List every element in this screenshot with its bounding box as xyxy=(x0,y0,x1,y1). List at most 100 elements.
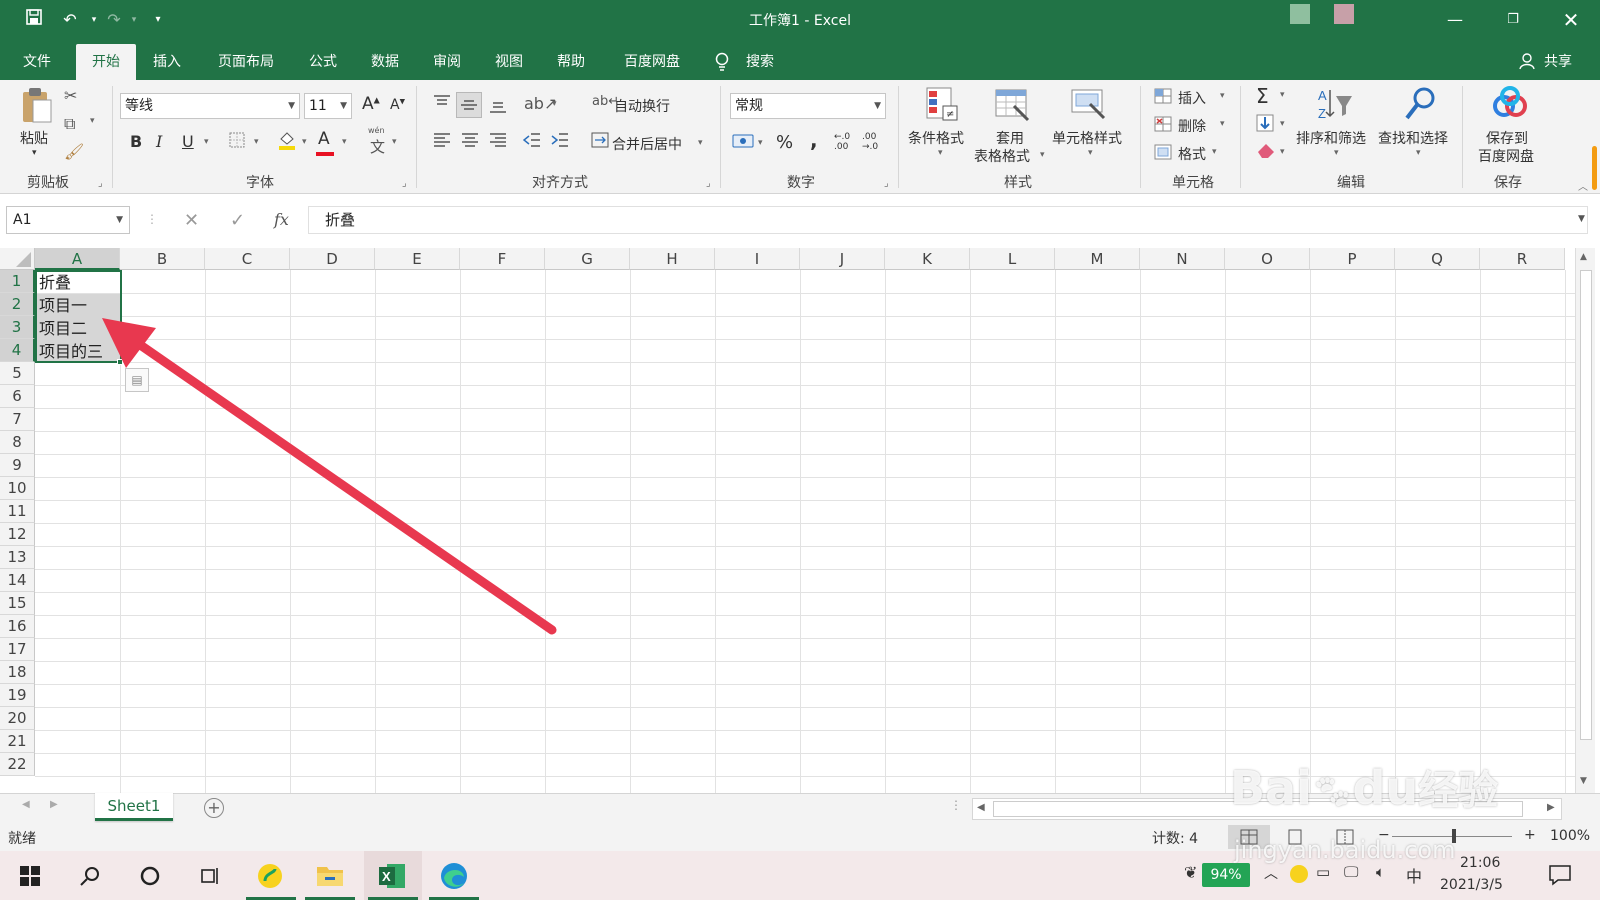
align-middle-icon[interactable] xyxy=(456,92,482,118)
cortana-icon[interactable] xyxy=(132,859,168,893)
clock-date[interactable]: 2021/3/5 xyxy=(1440,877,1503,893)
cancel-icon[interactable]: ✕ xyxy=(184,210,199,231)
orientation-dropdown-icon[interactable]: ▾ xyxy=(552,99,557,109)
align-left-icon[interactable] xyxy=(432,132,452,152)
accounting-format-icon[interactable] xyxy=(732,132,754,154)
copy-dropdown-icon[interactable]: ▾ xyxy=(90,116,95,126)
delete-dropdown-icon[interactable]: ▾ xyxy=(1220,119,1225,129)
format-cells-button[interactable]: 格式 xyxy=(1178,144,1206,164)
insert-cells-button[interactable]: 插入 xyxy=(1178,88,1206,108)
cell-styles-button[interactable]: 单元格样式 xyxy=(1052,128,1122,148)
borders-dropdown-icon[interactable]: ▾ xyxy=(254,137,259,147)
increase-indent-icon[interactable] xyxy=(550,132,570,152)
zoom-level[interactable]: 100% xyxy=(1550,828,1590,844)
next-sheet-icon[interactable]: ▶ xyxy=(50,799,58,810)
scroll-thumb[interactable] xyxy=(1580,270,1592,740)
decrease-indent-icon[interactable] xyxy=(522,132,542,152)
font-size-select[interactable]: 11 ▼ xyxy=(304,93,352,119)
cut-icon[interactable]: ✂ xyxy=(64,86,77,105)
align-center-icon[interactable] xyxy=(460,132,480,152)
find-select-icon[interactable] xyxy=(1400,86,1440,126)
merge-center-icon[interactable] xyxy=(590,132,610,152)
align-bottom-icon[interactable] xyxy=(488,98,508,118)
add-sheet-button[interactable]: + xyxy=(204,798,224,818)
delete-cells-icon[interactable] xyxy=(1154,116,1172,136)
underline-dropdown-icon[interactable]: ▾ xyxy=(204,137,209,147)
table-format-dropdown-icon[interactable]: ▾ xyxy=(1040,150,1045,160)
format-as-table-icon[interactable] xyxy=(994,86,1030,126)
conditional-formatting-icon[interactable]: ≠ xyxy=(924,86,960,126)
tab-baidu-netdisk[interactable]: 百度网盘 xyxy=(614,44,690,80)
tab-view[interactable]: 视图 xyxy=(486,44,532,80)
scroll-right-icon[interactable]: ▶ xyxy=(1547,802,1555,813)
align-right-icon[interactable] xyxy=(488,132,508,152)
tab-formulas[interactable]: 公式 xyxy=(300,44,346,80)
worksheet-grid[interactable]: ABCDEFGHIJKLMNOPQR 1 2 3 4 5 6 7 8 9 10 11 12 13 14 15… xyxy=(0,248,1600,793)
increase-decimal-button[interactable]: ←.0 .00 xyxy=(834,132,858,152)
format-as-table-line1[interactable]: 套用 xyxy=(996,128,1024,148)
power-icon[interactable]: ❦ xyxy=(1184,863,1197,882)
close-icon[interactable]: ✕ xyxy=(1556,6,1586,34)
clear-eraser-icon[interactable] xyxy=(1256,142,1276,162)
expand-formula-bar-icon[interactable]: ▼ xyxy=(1578,214,1585,224)
phonetic-button[interactable]: 文 xyxy=(370,136,385,157)
merge-center-button[interactable]: 合并后居中 xyxy=(612,134,682,154)
tab-page-layout[interactable]: 页面布局 xyxy=(210,44,282,80)
font-color-dropdown-icon[interactable]: ▾ xyxy=(342,137,347,147)
battery-icon[interactable]: ▭ xyxy=(1316,863,1330,881)
wrap-text-button[interactable]: 自动换行 xyxy=(614,96,670,116)
paste-icon[interactable] xyxy=(20,86,54,128)
insert-function-button[interactable]: fx xyxy=(274,210,289,229)
lightbulb-icon[interactable] xyxy=(712,44,732,80)
fill-dropdown-icon[interactable]: ▾ xyxy=(1280,119,1285,129)
save-to-netdisk-line2[interactable]: 百度网盘 xyxy=(1478,146,1534,166)
percent-button[interactable]: % xyxy=(776,132,793,153)
tab-insert[interactable]: 插入 xyxy=(144,44,190,80)
font-launcher-icon[interactable]: ⌟ xyxy=(402,178,407,189)
paste-dropdown-icon[interactable]: ▾ xyxy=(32,148,37,158)
comma-button[interactable]: , xyxy=(810,128,818,152)
font-name-select[interactable]: 等线 ▼ xyxy=(120,93,300,119)
scroll-left-icon[interactable]: ◀ xyxy=(977,802,985,813)
tab-help[interactable]: 帮助 xyxy=(548,44,594,80)
italic-button[interactable]: I xyxy=(156,132,162,151)
alignment-launcher-icon[interactable]: ⌟ xyxy=(706,178,711,189)
save-to-netdisk-line1[interactable]: 保存到 xyxy=(1486,128,1528,148)
find-dropdown-icon[interactable]: ▾ xyxy=(1416,148,1421,158)
conditional-formatting-button[interactable]: 条件格式 xyxy=(908,128,964,148)
zoom-in-button[interactable]: + xyxy=(1524,827,1536,843)
network-icon[interactable]: 🖵 xyxy=(1344,863,1358,881)
formula-input[interactable]: 折叠 xyxy=(308,206,1588,234)
clock-time[interactable]: 21:06 xyxy=(1460,855,1500,871)
tab-split-handle[interactable]: ⋮ xyxy=(950,798,962,812)
task-view-icon[interactable] xyxy=(192,859,228,893)
autosum-dropdown-icon[interactable]: ▾ xyxy=(1280,90,1285,100)
decrease-decimal-button[interactable]: .00 →.0 xyxy=(862,132,886,152)
align-top-icon[interactable] xyxy=(432,94,452,114)
sort-filter-icon[interactable]: AZ xyxy=(1316,86,1356,126)
search-icon[interactable] xyxy=(72,859,108,893)
search-box[interactable]: 搜索 xyxy=(740,44,780,80)
collapse-ribbon-icon[interactable]: ︿ xyxy=(1578,178,1588,193)
shrink-font-button[interactable]: A▼ xyxy=(390,97,405,113)
name-box[interactable]: A1 ▼ xyxy=(6,206,130,234)
format-painter-icon[interactable]: 🖌 xyxy=(64,142,84,161)
battery-level[interactable]: 94% xyxy=(1202,863,1250,887)
cell-styles-icon[interactable] xyxy=(1070,86,1106,126)
user-icon[interactable] xyxy=(1516,44,1538,80)
sort-dropdown-icon[interactable]: ▾ xyxy=(1334,148,1339,158)
fill-color-dropdown-icon[interactable]: ▾ xyxy=(302,137,307,147)
excel-app-icon[interactable]: X xyxy=(374,859,410,893)
merge-dropdown-icon[interactable]: ▾ xyxy=(698,138,703,148)
fill-color-icon[interactable] xyxy=(276,130,298,152)
scroll-up-icon[interactable]: ▲ xyxy=(1580,252,1587,262)
sheet-tab-sheet1[interactable]: Sheet1 xyxy=(95,793,173,821)
format-dropdown-icon[interactable]: ▾ xyxy=(1212,147,1217,157)
music-tray-icon[interactable] xyxy=(1290,865,1308,883)
accounting-dropdown-icon[interactable]: ▾ xyxy=(758,138,763,148)
windows-start-icon[interactable] xyxy=(12,859,48,893)
fill-down-icon[interactable] xyxy=(1256,114,1274,136)
clear-dropdown-icon[interactable]: ▾ xyxy=(1280,147,1285,157)
file-explorer-icon[interactable] xyxy=(312,859,348,893)
minimize-icon[interactable]: — xyxy=(1440,6,1470,34)
